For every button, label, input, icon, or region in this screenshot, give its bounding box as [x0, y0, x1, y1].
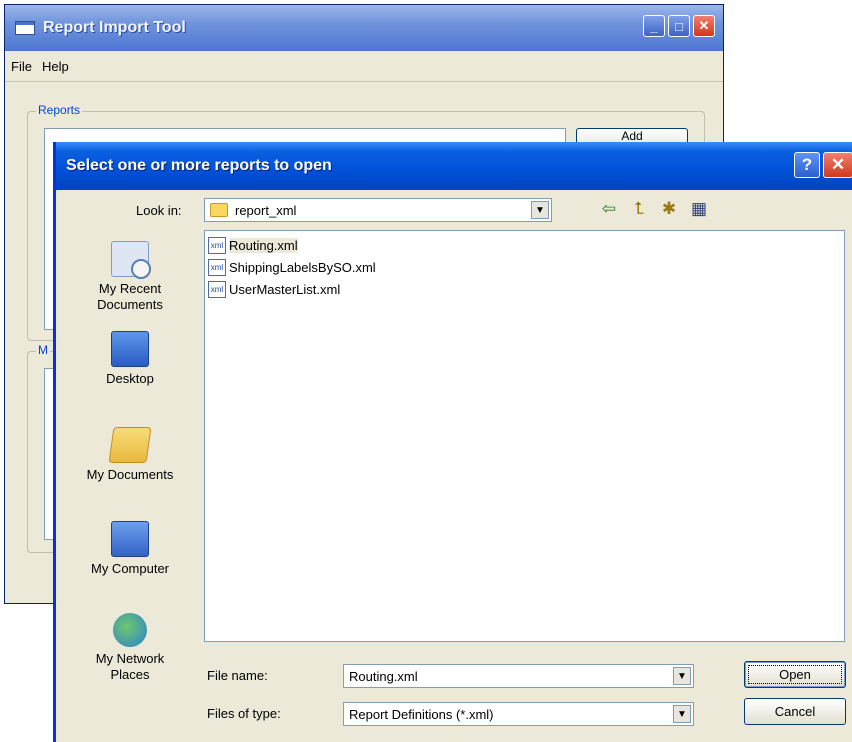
look-in-value: report_xml [235, 203, 297, 218]
place-label: My Network Places [95, 651, 165, 682]
app-window-icon [15, 21, 35, 35]
title-bar[interactable]: Report Import Tool _ □ ✕ [5, 5, 723, 51]
place-label: My Computer [90, 561, 170, 576]
file-name: UserMasterList.xml [229, 281, 341, 297]
recent-documents-icon [111, 241, 151, 279]
maximize-button[interactable]: □ [668, 15, 690, 37]
reports-group-label: Reports [36, 103, 83, 117]
cancel-button[interactable]: Cancel [744, 698, 846, 725]
chevron-down-icon[interactable]: ▼ [673, 667, 691, 685]
minimize-button[interactable]: _ [643, 15, 665, 37]
my-documents-icon [108, 427, 152, 463]
up-folder-icon[interactable]: ⮤ [629, 199, 649, 219]
xml-file-icon: xml [208, 236, 226, 254]
menu-bar: File Help [5, 51, 723, 82]
place-my-network-places[interactable]: My Network Places [56, 613, 204, 683]
folder-icon [210, 203, 228, 217]
file-name-input[interactable]: Routing.xml ▼ [343, 664, 694, 688]
dialog-title: Select one or more reports to open [66, 157, 332, 174]
place-my-documents[interactable]: My Documents [56, 427, 204, 482]
files-of-type-value: Report Definitions (*.xml) [349, 707, 494, 722]
place-label: Desktop [106, 371, 154, 386]
network-places-icon [113, 613, 147, 647]
second-group-label: M [36, 343, 50, 357]
look-in-combo[interactable]: report_xml ▼ [204, 198, 552, 222]
navigation-toolbar: ⇦ ⮤ ✱ ▦ [599, 199, 709, 219]
help-button[interactable]: ? [794, 152, 820, 178]
menu-file[interactable]: File [11, 59, 32, 74]
file-list[interactable]: xml Routing.xml xml ShippingLabelsBySO.x… [204, 230, 845, 642]
chevron-down-icon[interactable]: ▼ [531, 201, 549, 219]
place-my-computer[interactable]: My Computer [56, 521, 204, 576]
xml-file-icon: xml [208, 280, 226, 298]
open-button[interactable]: Open [744, 661, 846, 688]
file-name-value: Routing.xml [349, 669, 418, 684]
view-menu-icon[interactable]: ▦ [689, 199, 709, 219]
my-computer-icon [111, 521, 149, 557]
close-button[interactable]: ✕ [693, 15, 715, 37]
back-arrow-icon[interactable]: ⇦ [599, 199, 619, 219]
place-label: My Recent Documents [97, 281, 163, 312]
list-item[interactable]: xml ShippingLabelsBySO.xml [208, 257, 376, 277]
new-folder-icon[interactable]: ✱ [659, 199, 679, 219]
dialog-title-bar[interactable]: Select one or more reports to open ? ✕ [56, 142, 852, 190]
file-name: ShippingLabelsBySO.xml [229, 259, 376, 275]
place-label: My Documents [86, 467, 174, 482]
xml-file-icon: xml [208, 258, 226, 276]
list-item[interactable]: xml Routing.xml [208, 235, 298, 255]
dialog-close-button[interactable]: ✕ [823, 152, 852, 178]
place-my-recent-documents[interactable]: My Recent Documents [56, 241, 204, 313]
place-desktop[interactable]: Desktop [56, 331, 204, 386]
desktop-icon [111, 331, 149, 367]
files-of-type-select[interactable]: Report Definitions (*.xml) ▼ [343, 702, 694, 726]
files-of-type-label: Files of type: [207, 706, 281, 721]
open-dialog: Select one or more reports to open ? ✕ L… [53, 142, 852, 742]
window-title: Report Import Tool [43, 19, 186, 36]
file-name: Routing.xml [229, 237, 298, 253]
file-name-label: File name: [207, 668, 268, 683]
open-button-label: Open [748, 665, 842, 684]
menu-help[interactable]: Help [42, 59, 69, 74]
chevron-down-icon[interactable]: ▼ [673, 705, 691, 723]
list-item[interactable]: xml UserMasterList.xml [208, 279, 340, 299]
look-in-label: Look in: [136, 203, 182, 218]
